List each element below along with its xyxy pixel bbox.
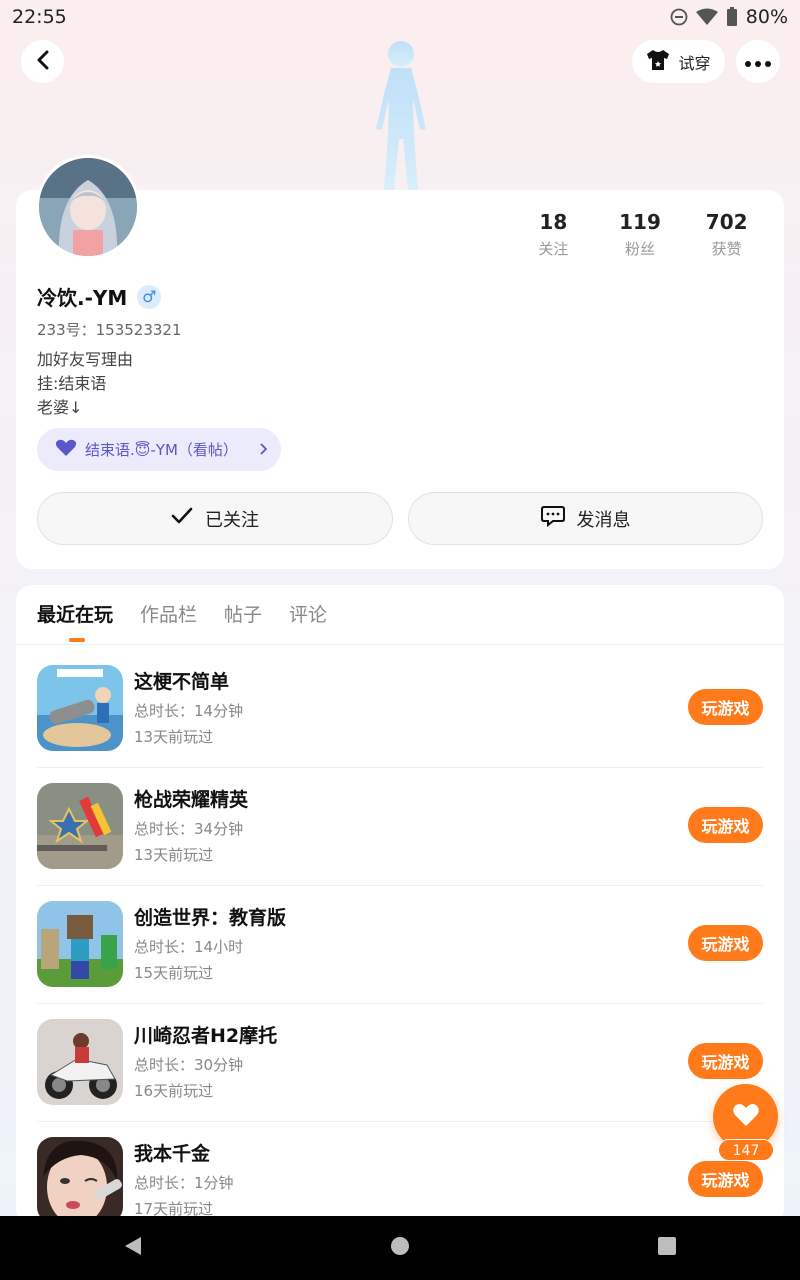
- shirt-icon: [646, 49, 670, 75]
- tab-works[interactable]: 作品栏: [140, 600, 197, 627]
- heart-icon: [55, 439, 77, 461]
- stat-label: 获赞: [711, 240, 742, 258]
- divider: [37, 885, 763, 886]
- game-last-played: 16天前玩过: [134, 1082, 214, 1100]
- chevron-left-icon: [35, 50, 51, 74]
- user-bio: 加好友写理由 挂:结束语 老婆↓: [37, 348, 133, 420]
- stat-label: 关注: [538, 240, 569, 258]
- checkmark-icon: [171, 507, 193, 530]
- game-title: 川崎忍者H2摩托: [134, 1025, 278, 1047]
- play-game-button[interactable]: 玩游戏: [688, 1043, 763, 1079]
- tab-recently-played[interactable]: 最近在玩: [37, 600, 113, 627]
- stat-number: 119: [619, 210, 661, 234]
- divider: [37, 1121, 763, 1122]
- back-triangle-icon[interactable]: [123, 1235, 143, 1261]
- user-id: 233号：153523321: [37, 321, 182, 339]
- bio-line: 老婆↓: [37, 398, 83, 417]
- status-time: 22:55: [12, 6, 67, 28]
- game-title: 我本千金: [134, 1143, 211, 1165]
- tab-posts[interactable]: 帖子: [224, 600, 262, 627]
- like-count: 147: [718, 1139, 774, 1161]
- play-game-button[interactable]: 玩游戏: [688, 689, 763, 725]
- home-circle-icon[interactable]: [389, 1235, 411, 1261]
- game-icon-image[interactable]: [37, 665, 123, 751]
- try-on-button[interactable]: 试穿: [632, 40, 725, 83]
- play-game-button[interactable]: 玩游戏: [688, 807, 763, 843]
- chat-bubble-icon: [540, 505, 565, 532]
- battery-percent: 80%: [745, 6, 788, 28]
- game-duration: 总时长：14分钟: [134, 702, 244, 720]
- linked-profile-pill[interactable]: 结束语.😇-YM（看帖）: [37, 428, 281, 471]
- game-list-item[interactable]: 川崎忍者H2摩托 总时长：30分钟 16天前玩过 玩游戏: [37, 1019, 763, 1137]
- send-message-button[interactable]: 发消息: [408, 492, 763, 545]
- system-nav-bar: [0, 1216, 800, 1280]
- play-game-button[interactable]: 玩游戏: [688, 925, 763, 961]
- username-row: 冷饮.-YM ♂: [37, 282, 162, 311]
- more-options-button[interactable]: [736, 40, 780, 83]
- divider: [16, 644, 784, 645]
- tab-comments[interactable]: 评论: [289, 600, 327, 627]
- status-bar: 22:55 80%: [0, 0, 800, 34]
- dnd-icon: [670, 8, 688, 26]
- bio-line: 挂:结束语: [37, 374, 107, 393]
- game-title: 创造世界：教育版: [134, 907, 287, 929]
- game-last-played: 13天前玩过: [134, 846, 214, 864]
- try-on-label: 试穿: [678, 53, 711, 73]
- user-avatar[interactable]: [36, 155, 140, 259]
- following-label: 已关注: [205, 509, 259, 531]
- back-button[interactable]: [21, 40, 64, 83]
- stat-number: 18: [539, 210, 568, 234]
- battery-icon: [726, 7, 738, 27]
- game-icon-image[interactable]: [37, 1137, 123, 1223]
- game-last-played: 15天前玩过: [134, 964, 214, 982]
- game-duration: 总时长：34分钟: [134, 820, 244, 838]
- stat-number: 702: [705, 210, 748, 234]
- more-dots-icon: [745, 52, 771, 71]
- linked-profile-label: 结束语.😇-YM（看帖）: [85, 441, 238, 459]
- game-duration: 总时长：30分钟: [134, 1056, 244, 1074]
- bio-line: 加好友写理由: [37, 350, 134, 369]
- game-icon-image[interactable]: [37, 783, 123, 869]
- game-list-item[interactable]: 枪战荣耀精英 总时长：34分钟 13天前玩过 玩游戏: [37, 783, 763, 901]
- chevron-right-icon: [260, 441, 268, 459]
- active-tab-indicator: [69, 638, 85, 642]
- stat-following[interactable]: 18 关注: [510, 210, 597, 259]
- following-button[interactable]: 已关注: [37, 492, 393, 545]
- profile-tabs: 最近在玩 作品栏 帖子 评论: [37, 600, 327, 627]
- username: 冷饮.-YM: [37, 286, 128, 310]
- wifi-icon: [695, 8, 718, 26]
- game-last-played: 13天前玩过: [134, 728, 214, 746]
- game-title: 枪战荣耀精英: [134, 789, 249, 811]
- game-duration: 总时长：1分钟: [134, 1174, 234, 1192]
- gender-male-icon: ♂: [137, 284, 162, 309]
- heart-icon: [732, 1103, 760, 1131]
- play-game-button[interactable]: 玩游戏: [688, 1161, 763, 1197]
- send-message-label: 发消息: [576, 509, 631, 531]
- game-title: 这梗不简单: [134, 671, 230, 693]
- profile-stats: 18 关注 119 粉丝 702 获赞: [510, 210, 770, 259]
- game-icon-image[interactable]: [37, 901, 123, 987]
- divider: [37, 1003, 763, 1004]
- divider: [37, 767, 763, 768]
- game-duration: 总时长：14小时: [134, 938, 244, 956]
- stat-likes[interactable]: 702 获赞: [683, 210, 770, 259]
- status-icons: 80%: [670, 6, 788, 28]
- game-icon-image[interactable]: [37, 1019, 123, 1105]
- recents-square-icon[interactable]: [657, 1236, 677, 1260]
- avatar-figure-image[interactable]: [358, 34, 444, 192]
- game-list-item[interactable]: 创造世界：教育版 总时长：14小时 15天前玩过 玩游戏: [37, 901, 763, 1019]
- stat-label: 粉丝: [625, 240, 656, 258]
- stat-followers[interactable]: 119 粉丝: [597, 210, 684, 259]
- game-list-item[interactable]: 这梗不简单 总时长：14分钟 13天前玩过 玩游戏: [37, 665, 763, 783]
